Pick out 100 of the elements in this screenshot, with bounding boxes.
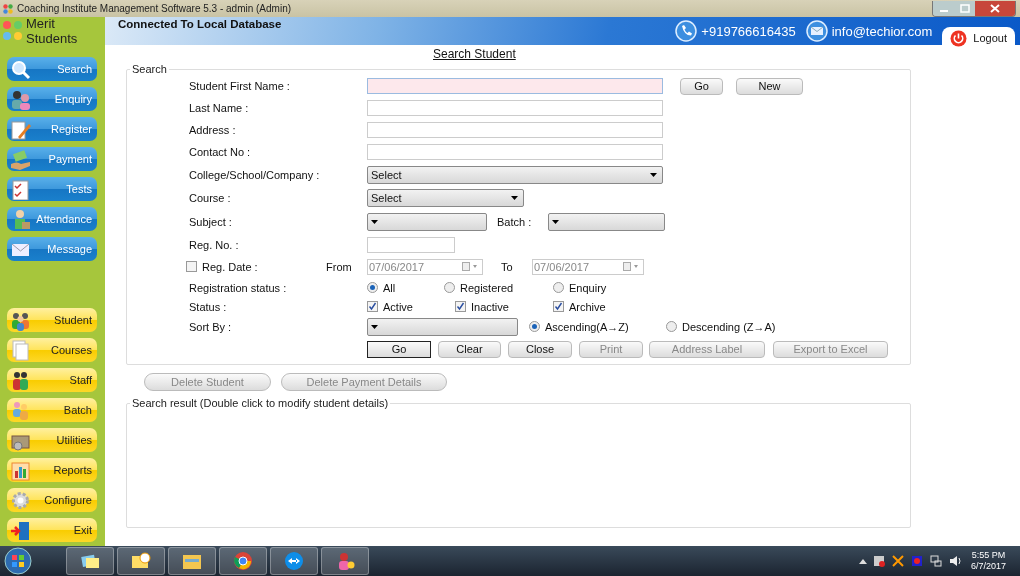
taskbar-button[interactable]	[321, 547, 369, 575]
people-icon	[10, 369, 31, 391]
checkbox[interactable]	[553, 301, 564, 312]
sidebar-button[interactable]: Courses	[7, 338, 97, 362]
tray-icon[interactable]	[871, 554, 886, 568]
sidebar-button[interactable]: Message	[7, 237, 97, 261]
close-icon[interactable]	[975, 0, 1015, 16]
connection-status: Connected To Local Database	[118, 18, 282, 30]
up-arrow-icon[interactable]	[858, 558, 867, 564]
field-label: Student First Name :	[188, 80, 291, 92]
radio-button[interactable]	[666, 321, 677, 332]
field-label: Batch :	[497, 216, 533, 228]
field-label: Subject :	[188, 216, 233, 228]
college-dropdown[interactable]: Select	[367, 165, 663, 184]
logout-button[interactable]: Logout	[942, 27, 1015, 49]
field-label: To	[501, 260, 514, 273]
field-label: Reg. No. :	[188, 238, 240, 251]
checkbox[interactable]	[455, 301, 466, 312]
power-icon	[950, 29, 968, 47]
start-button[interactable]	[4, 547, 32, 575]
reg-no-field[interactable]	[367, 236, 455, 253]
gear-icon	[10, 489, 31, 511]
last-name-field[interactable]	[367, 100, 663, 116]
checkbox-label: Archive	[569, 300, 606, 313]
radio-label: Descending (Z→A)	[682, 320, 776, 333]
sidebar-button[interactable]: Enquiry	[7, 87, 97, 111]
new-button[interactable]: New	[736, 77, 803, 95]
sidebar-button[interactable]: Reports	[7, 458, 97, 482]
sidebar-button[interactable]: Student	[7, 308, 97, 332]
radio-label: Registered	[460, 281, 514, 294]
caret-icon	[552, 220, 559, 224]
field-label: Contact No :	[188, 146, 252, 158]
panel-legend: Search result (Double click to modify student details)	[130, 397, 391, 409]
sidebar-button[interactable]: Batch	[7, 398, 97, 422]
tray-icon[interactable]	[890, 554, 905, 568]
checkbox-label: Active	[383, 300, 413, 313]
sidebar-button[interactable]: Register	[7, 117, 97, 141]
radio-button[interactable]	[444, 282, 455, 293]
radio-label: All	[383, 281, 396, 294]
sidebar-button[interactable]: Payment	[7, 147, 97, 171]
sidebar-button[interactable]: Staff	[7, 368, 97, 392]
caret-icon	[371, 324, 378, 329]
network-icon[interactable]	[928, 554, 943, 568]
go-button[interactable]: Go	[367, 340, 431, 358]
taskbar-button[interactable]	[219, 547, 267, 575]
envelope-icon	[805, 20, 828, 42]
address-field[interactable]	[367, 122, 663, 138]
clear-button[interactable]: Clear	[438, 340, 501, 358]
document-pen-icon	[10, 118, 31, 140]
panel-legend: Search	[130, 63, 169, 75]
people-icon	[10, 88, 31, 110]
bar-chart-icon	[10, 459, 31, 481]
course-dropdown[interactable]: Select	[367, 189, 524, 207]
phone-icon	[675, 20, 698, 42]
phone-number: +919766616435	[701, 23, 796, 39]
taskbar-button[interactable]	[66, 547, 114, 575]
field-label: Status :	[188, 300, 228, 313]
email-address: info@techior.com	[831, 23, 933, 39]
contact-field[interactable]	[367, 144, 663, 160]
sidebar-button[interactable]: Exit	[7, 518, 97, 542]
close-button[interactable]: Close	[508, 340, 572, 358]
exit-door-icon	[10, 519, 31, 541]
app-icon	[3, 3, 13, 14]
caret-icon	[371, 220, 378, 224]
checkbox[interactable]	[186, 261, 197, 272]
remote-icon	[283, 550, 305, 572]
checkbox[interactable]	[367, 301, 378, 312]
go-button[interactable]: Go	[680, 77, 723, 95]
sidebar-button[interactable]: Utilities	[7, 428, 97, 452]
clock[interactable]: 5:55 PM 6/7/2017	[970, 550, 1006, 572]
sidebar-button[interactable]: Attendance	[7, 207, 97, 231]
checkbox-label: Reg. Date :	[202, 260, 258, 273]
people-icon	[10, 399, 31, 421]
sidebar-button[interactable]: Search	[7, 57, 97, 81]
radio-label: Enquiry	[569, 281, 607, 294]
field-label: Last Name :	[188, 102, 250, 114]
window-title: Coaching Institute Management Software 5.3 - admin (Admin)	[17, 3, 292, 14]
field-label: Sort By :	[188, 320, 233, 333]
field-label: From	[326, 260, 353, 273]
sidebar-button[interactable]: Tests	[7, 177, 97, 201]
batch-dropdown[interactable]	[548, 213, 665, 231]
first-name-field[interactable]	[367, 78, 663, 94]
document-icon	[10, 339, 31, 361]
field-label: College/School/Company :	[188, 168, 321, 181]
taskbar-button[interactable]	[270, 547, 318, 575]
radio-button[interactable]	[553, 282, 564, 293]
sidebar-button[interactable]: Configure	[7, 488, 97, 512]
field-label: Address :	[188, 124, 237, 136]
radio-button[interactable]	[529, 321, 540, 332]
taskbar-button[interactable]	[168, 547, 216, 575]
radio-label: Ascending(A→Z)	[545, 320, 629, 333]
radio-button[interactable]	[367, 282, 378, 293]
taskbar-button[interactable]	[117, 547, 165, 575]
checklist-icon	[10, 178, 31, 200]
speaker-icon[interactable]	[947, 554, 962, 568]
sort-dropdown[interactable]	[367, 317, 518, 336]
subject-dropdown[interactable]	[367, 213, 487, 231]
search-icon	[10, 58, 31, 80]
hand-money-icon	[10, 148, 31, 170]
caret-icon	[511, 196, 518, 200]
